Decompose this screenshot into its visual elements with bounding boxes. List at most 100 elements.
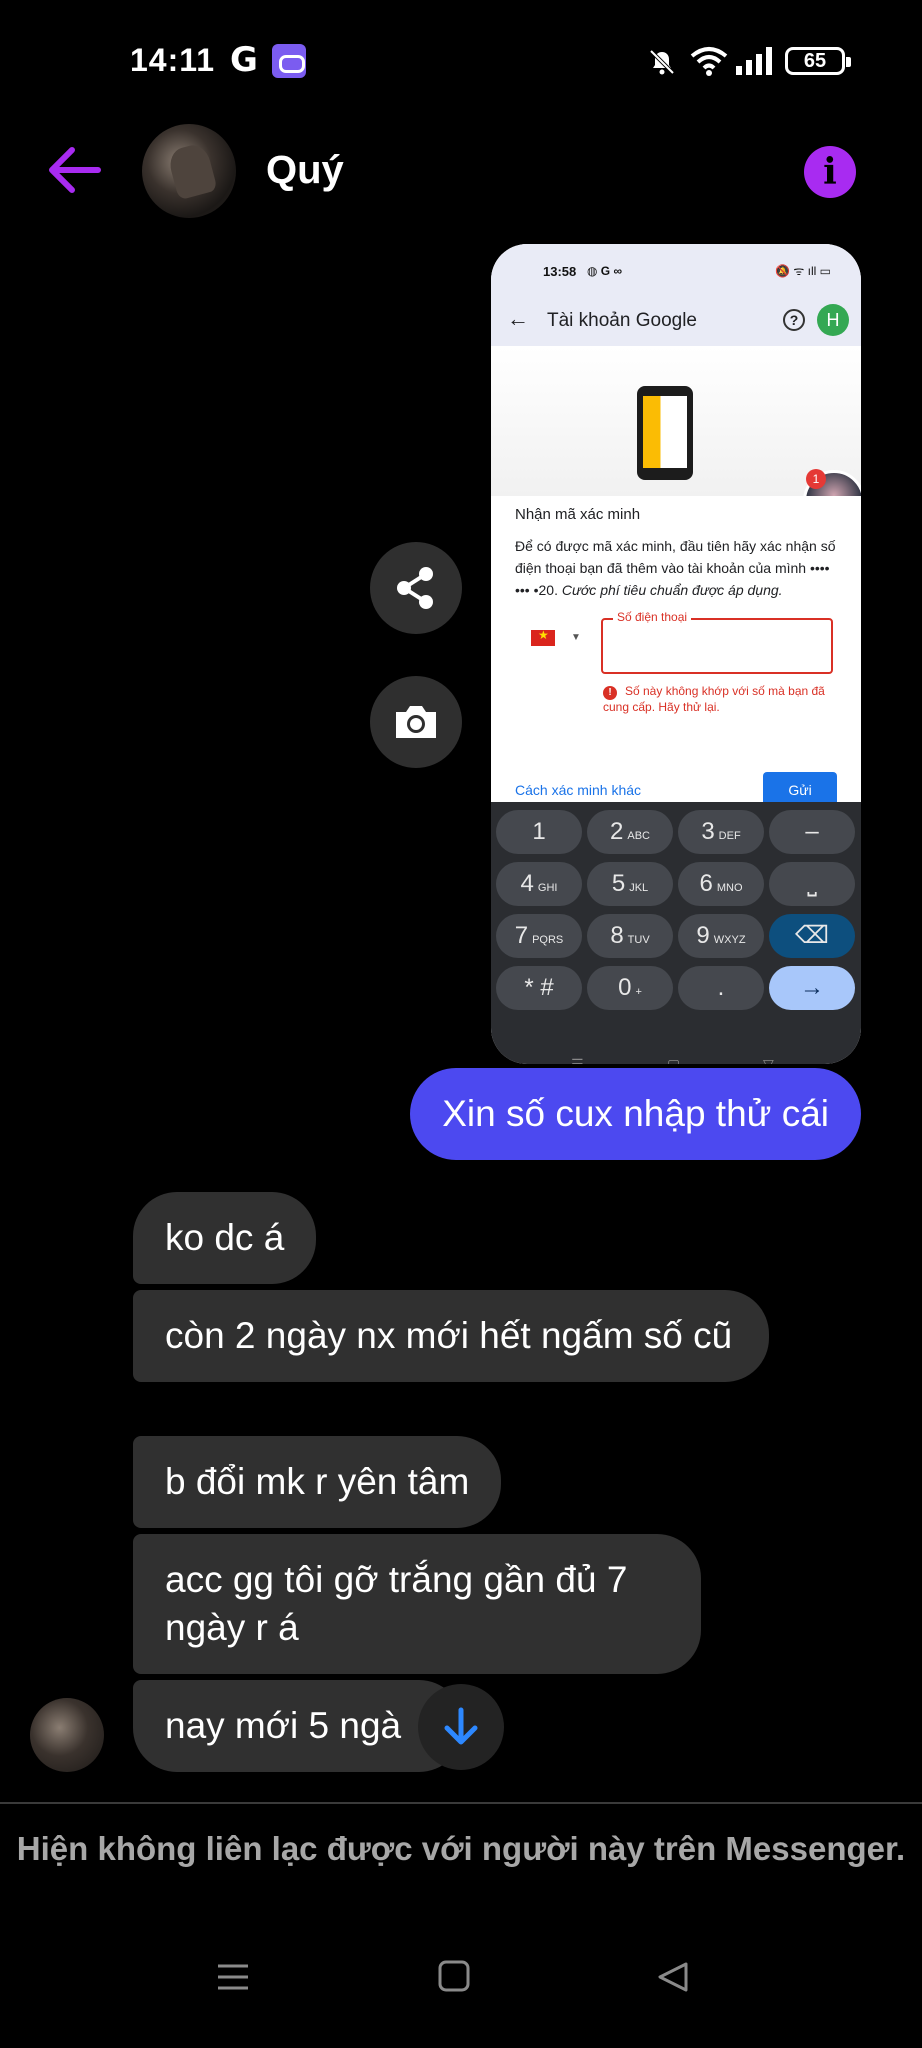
composer-divider — [0, 1802, 922, 1804]
contact-name[interactable]: Quý — [266, 148, 344, 193]
keypad-key-label: 7 — [514, 922, 529, 949]
share-icon — [397, 567, 433, 609]
keypad-key-label: ⎵ — [807, 870, 817, 897]
home-nav-button[interactable] — [438, 1960, 470, 1997]
menu-icon — [218, 1964, 248, 1990]
home-icon — [438, 1960, 470, 1992]
scroll-to-bottom-button[interactable] — [418, 1684, 504, 1770]
keypad-key-label: – — [805, 818, 819, 845]
camera-button[interactable] — [370, 676, 462, 768]
wifi-icon — [690, 47, 728, 76]
keypad-key-label: * # — [524, 974, 554, 1001]
incoming-message[interactable]: acc gg tôi gỡ trắng gần đủ 7 ngày r á — [133, 1534, 701, 1674]
keypad-key-letters: GHI — [537, 882, 558, 894]
keypad-key-label: → — [800, 974, 824, 1001]
screenshot-appbar: ← Tài khoản Google ? H — [491, 296, 861, 346]
screenshot-other-method: Cách xác minh khác — [515, 782, 642, 798]
keypad-key: 6 MNO — [678, 862, 764, 906]
caret-down-icon: ▼ — [571, 632, 581, 643]
unavailable-notice: Hiện không liên lạc được với người này t… — [16, 1830, 906, 1867]
phone-illustration — [637, 386, 693, 480]
keypad-key: 5 JKL — [587, 862, 673, 906]
keypad-key-label: 2 — [610, 818, 624, 845]
screenshot-phone-field: Số điện thoại — [601, 610, 833, 674]
battery-indicator: 65 — [785, 47, 851, 75]
conversation-header: Quý i — [0, 120, 922, 220]
link-app-icon — [272, 44, 306, 78]
back-nav-button[interactable] — [656, 1960, 690, 1999]
keypad-key-letters: + — [635, 986, 642, 998]
keypad-key: 0 + — [587, 966, 673, 1010]
status-time: 14:11 — [130, 42, 216, 78]
error-icon: ! — [603, 686, 617, 700]
arrow-left-icon[interactable] — [44, 142, 104, 198]
keypad-key-letters: TUV — [627, 934, 650, 946]
status-bar: 14:11 G 65 — [0, 0, 922, 120]
bell-off-icon — [649, 49, 675, 75]
screenshot-description: Để có được mã xác minh, đầu tiên hãy xác… — [515, 535, 837, 601]
keypad-key-label: 1 — [532, 818, 546, 845]
keypad-key-label: 4 — [520, 870, 534, 897]
screenshot-heading: Nhận mã xác minh — [515, 506, 641, 523]
screenshot-body: Nhận mã xác minh Để có được mã xác minh,… — [491, 496, 861, 810]
keypad-key: 9 WXYZ — [678, 914, 764, 958]
info-icon[interactable]: i — [804, 146, 856, 198]
screenshot-status-right: 🔕 ᯤ ıll ▭ — [775, 264, 831, 278]
screenshot-time: 13:58 — [543, 264, 577, 279]
keypad-key-label: . — [717, 974, 725, 1001]
keypad-key-letters: PQRS — [532, 934, 564, 946]
incoming-message[interactable]: ko dc á — [133, 1192, 317, 1284]
back-triangle-icon — [658, 1962, 688, 1992]
screenshot-hero — [491, 346, 861, 496]
vietnam-flag-icon — [531, 628, 555, 646]
keypad-key: . — [678, 966, 764, 1010]
google-g-icon: G — [230, 40, 258, 80]
contact-avatar[interactable] — [142, 124, 236, 218]
incoming-message[interactable]: nay mới 5 ngà — [133, 1680, 463, 1772]
keypad-key-label: 5 — [611, 870, 626, 897]
signal-icon — [736, 47, 772, 75]
keypad-key: 2 ABC — [587, 810, 673, 854]
screenshot-account-avatar: H — [817, 304, 849, 336]
screenshot-keypad: 1 2 ABC 3 DEF –4 GHI 5 JKL 6 MNO ⎵ 7 PQRS 8 TUV 9 WXYZ ⌫ * … — [491, 802, 861, 1064]
keypad-key: 7 PQRS — [496, 914, 582, 958]
screenshot-title: Tài khoản Google — [547, 310, 697, 331]
keypad-key-letters: MNO — [716, 882, 743, 894]
keypad-key: → — [769, 966, 855, 1010]
menu-nav-button[interactable] — [216, 1960, 250, 1999]
screenshot-phone-label: Số điện thoại — [613, 610, 692, 624]
keypad-key-label: 3 — [701, 818, 715, 845]
screenshot-status-bar: 13:58 ◍ G ∞ 🔕 ᯤ ıll ▭ — [491, 244, 861, 296]
share-button[interactable] — [370, 542, 462, 634]
screenshot-nav-home-icon: ▢ — [667, 1056, 681, 1064]
keypad-key-label: 6 — [699, 870, 713, 897]
keypad-key-label: 8 — [610, 922, 624, 949]
screenshot-error-text: Số này không khớp với số mà bạn đã cung … — [603, 684, 825, 714]
chat-head-badge: 1 — [806, 469, 826, 489]
outgoing-message[interactable]: Xin số cux nhập thử cái — [410, 1068, 861, 1160]
keypad-key-letters: DEF — [718, 830, 741, 842]
screenshot-description-italic: Cước phí tiêu chuẩn được áp dụng. — [561, 582, 783, 598]
screenshot-status-icons: ◍ G ∞ — [587, 264, 623, 278]
shared-screenshot[interactable]: 13:58 ◍ G ∞ 🔕 ᯤ ıll ▭ ← Tài khoản Google… — [491, 244, 861, 1064]
incoming-message[interactable]: còn 2 ngày nx mới hết ngấm số cũ — [133, 1290, 769, 1382]
keypad-key-label: ⌫ — [795, 922, 829, 949]
contact-avatar-small[interactable] — [30, 1698, 104, 1772]
screenshot-help-icon: ? — [783, 309, 805, 331]
keypad-key: 4 GHI — [496, 862, 582, 906]
keypad-key: 1 — [496, 810, 582, 854]
keypad-key: ⌫ — [769, 914, 855, 958]
keypad-key-label: 0 — [618, 974, 632, 1001]
keypad-key-letters: JKL — [629, 882, 649, 894]
camera-icon — [396, 706, 436, 738]
keypad-key: * # — [496, 966, 582, 1010]
arrow-down-icon — [444, 1707, 478, 1745]
keypad-key-letters: WXYZ — [713, 934, 746, 946]
incoming-message[interactable]: b đổi mk r yên tâm — [133, 1436, 502, 1528]
keypad-key: 3 DEF — [678, 810, 764, 854]
screenshot-nav-back-icon: ▽ — [763, 1056, 774, 1064]
keypad-key-letters: ABC — [627, 830, 650, 842]
keypad-key: ⎵ — [769, 862, 855, 906]
screenshot-back-icon: ← — [507, 306, 529, 331]
screenshot-nav-menu-icon: ☰ — [571, 1056, 584, 1064]
